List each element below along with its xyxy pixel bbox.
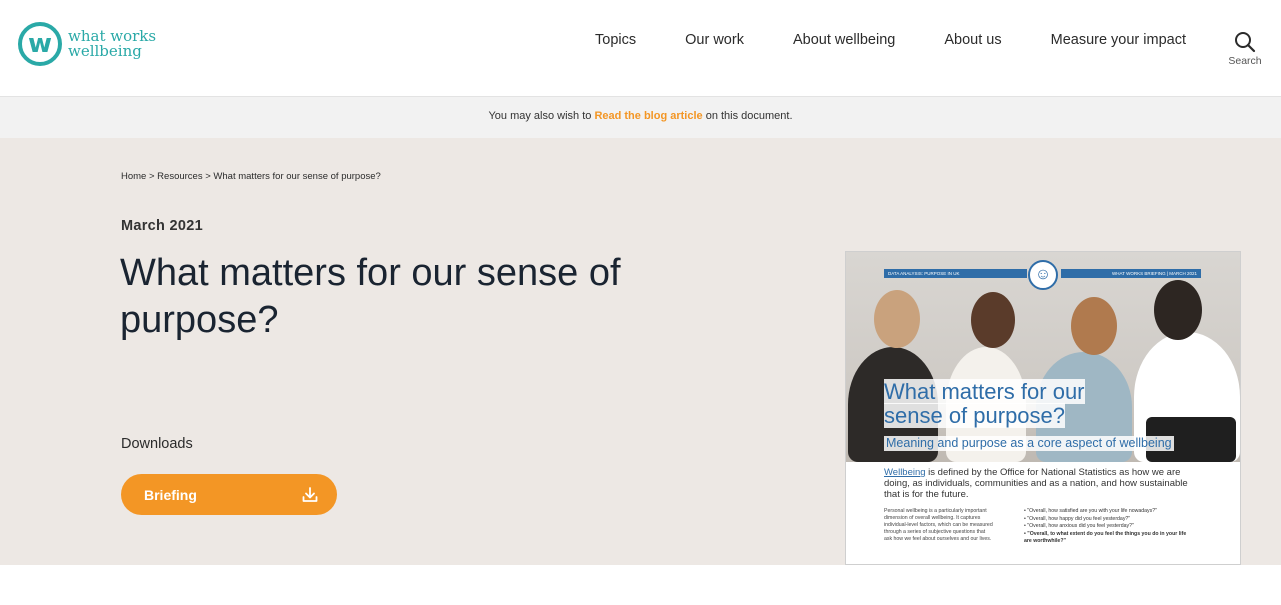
cover-photo: DATA ANALYSIS: PURPOSE IN UK WHAT WORKS …: [846, 252, 1240, 462]
cover-question: • "Overall, how happy did you feel yeste…: [1024, 515, 1131, 522]
cover-title-line-2: sense of purpose?: [884, 403, 1066, 428]
breadcrumb-home[interactable]: Home: [121, 171, 146, 182]
main-hero: Home > Resources > What matters for our …: [0, 138, 1281, 565]
cover-band-right: WHAT WORKS BRIEFING | MARCH 2021: [1061, 269, 1201, 278]
cover-questions: • "Overall, how satisfied are you with y…: [1024, 508, 1214, 546]
cover-lead-link: Wellbeing: [884, 467, 926, 478]
publish-date: March 2021: [121, 218, 203, 234]
search-label: Search: [1228, 55, 1262, 67]
main-nav: Topics Our work About wellbeing About us…: [546, 32, 1186, 48]
cover-person-3-head: [1071, 297, 1117, 355]
cover-person-2-head: [971, 292, 1015, 348]
site-header: w what works wellbeing Topics Our work A…: [0, 0, 1281, 97]
download-icon: [302, 486, 318, 502]
nav-measure-your-impact[interactable]: Measure your impact: [1051, 32, 1186, 48]
cover-question: are worthwhile?": [1024, 538, 1066, 544]
cover-person-1-head: [874, 290, 920, 348]
nav-topics[interactable]: Topics: [595, 32, 636, 48]
notice-bar: You may also wish to Read the blog artic…: [0, 97, 1281, 138]
nav-about-us[interactable]: About us: [944, 32, 1001, 48]
nav-our-work[interactable]: Our work: [685, 32, 744, 48]
cover-person-4-head: [1154, 280, 1202, 340]
logo-line-2: wellbeing: [68, 42, 142, 60]
cover-lead-rest: is defined by the Office for National St…: [884, 467, 1188, 500]
breadcrumb-separator: >: [202, 171, 214, 182]
site-logo[interactable]: w what works wellbeing: [18, 22, 156, 66]
nav-about-wellbeing[interactable]: About wellbeing: [793, 32, 895, 48]
logo-text: what works wellbeing: [68, 29, 156, 59]
briefing-button-label: Briefing: [144, 486, 197, 503]
blog-article-link[interactable]: Read the blog article: [594, 110, 702, 122]
notice-text-before: You may also wish to: [488, 110, 595, 122]
cover-title: What matters for our sense of purpose?: [884, 379, 1104, 428]
downloads-heading: Downloads: [121, 436, 193, 452]
search-icon: [1235, 32, 1256, 53]
cover-column-text: Personal wellbeing is a particularly imp…: [884, 508, 993, 542]
breadcrumb-current: What matters for our sense of purpose?: [213, 171, 381, 182]
cover-title-line-1: What matters for our: [884, 379, 1085, 404]
notice-text-after: on this document.: [702, 110, 793, 122]
breadcrumb-resources[interactable]: Resources: [157, 171, 202, 182]
briefing-cover-preview[interactable]: DATA ANALYSIS: PURPOSE IN UK WHAT WORKS …: [845, 251, 1241, 565]
cover-question: • "Overall, how satisfied are you with y…: [1024, 508, 1157, 514]
logo-w-icon: w: [18, 22, 62, 66]
cover-person-badge-icon: ☺: [1028, 260, 1058, 290]
breadcrumb-separator: >: [146, 171, 158, 182]
cover-question: • "Overall, to what extent do you feel t…: [1024, 530, 1187, 537]
cover-lead-text: Wellbeing is defined by the Office for N…: [884, 467, 1204, 500]
search-button[interactable]: Search: [1227, 31, 1263, 67]
cover-question: • "Overall, how anxious did you feel yes…: [1024, 523, 1134, 529]
page-below-fold: [0, 565, 1281, 605]
breadcrumb: Home > Resources > What matters for our …: [121, 171, 381, 182]
briefing-download-button[interactable]: Briefing: [121, 474, 337, 515]
cover-subtitle: Meaning and purpose as a core aspect of …: [884, 436, 1174, 451]
cover-band-left: DATA ANALYSIS: PURPOSE IN UK: [884, 269, 1027, 278]
page-title: What matters for our sense of purpose?: [120, 252, 621, 341]
